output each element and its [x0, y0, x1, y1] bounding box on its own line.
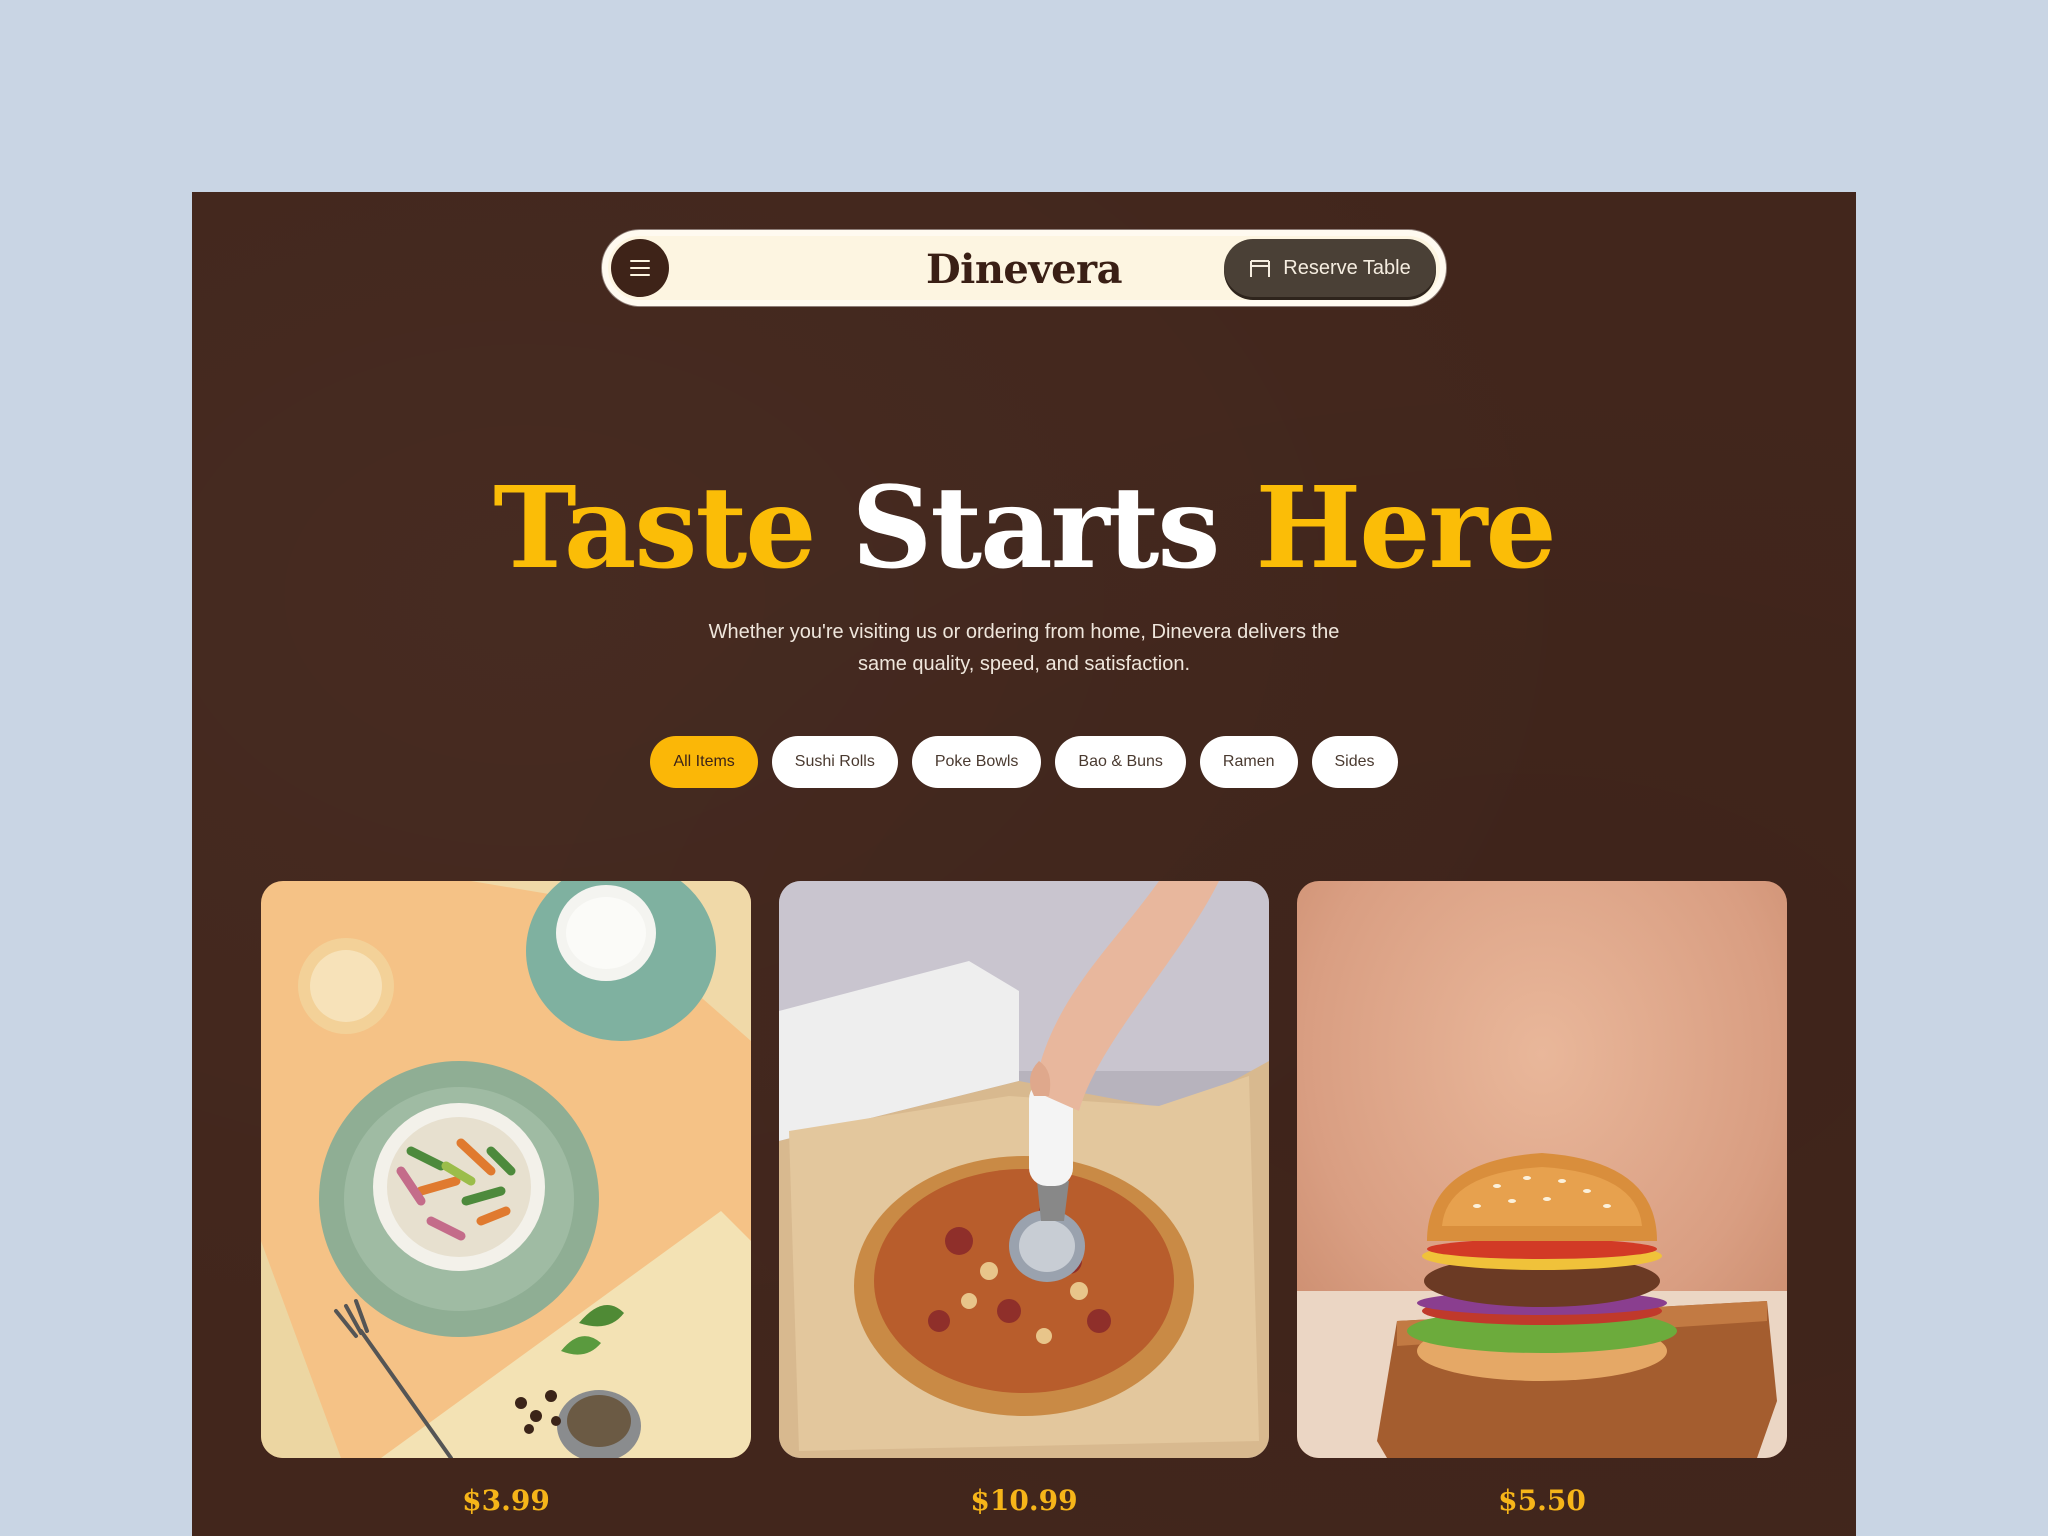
filter-poke-bowls[interactable]: Poke Bowls — [911, 736, 1042, 788]
hero-subtitle: Whether you're visiting us or ordering f… — [674, 616, 1374, 680]
menu-item-price: $10.99 — [970, 1484, 1078, 1517]
pizza-image — [779, 881, 1269, 1458]
burger-image — [1297, 881, 1787, 1458]
menu-item-price: $3.99 — [462, 1484, 550, 1517]
filter-all-items[interactable]: All Items — [650, 736, 758, 788]
category-filters: All Items Sushi Rolls Poke Bowls Bao & B… — [192, 736, 1856, 788]
hero-title-word: Taste — [493, 463, 816, 594]
menu-item-card-bowl[interactable] — [261, 881, 751, 1458]
page-frame: Dinevera Reserve Table Taste Starts Here… — [192, 192, 1856, 1536]
hero-title-word: Here — [1255, 463, 1556, 594]
hero-title-word: Starts — [851, 463, 1220, 594]
filter-bao-buns[interactable]: Bao & Buns — [1055, 736, 1186, 788]
menu-item-price: $5.50 — [1498, 1484, 1586, 1517]
reserve-table-button[interactable]: Reserve Table — [1224, 239, 1436, 297]
hero-subtitle-line: same quality, speed, and satisfaction. — [857, 653, 1191, 675]
menu-item-card-pizza[interactable] — [779, 881, 1269, 1458]
filter-sushi-rolls[interactable]: Sushi Rolls — [771, 736, 898, 788]
hero-title: Taste Starts Here — [192, 462, 1856, 596]
hero-subtitle-line: Whether you're visiting us or ordering f… — [708, 621, 1340, 643]
bowl-image — [261, 881, 751, 1458]
reserve-table-label: Reserve Table — [1283, 256, 1411, 279]
filter-ramen[interactable]: Ramen — [1199, 736, 1298, 788]
table-icon — [1250, 260, 1271, 277]
filter-sides[interactable]: Sides — [1311, 736, 1398, 788]
navbar: Dinevera Reserve Table — [602, 230, 1446, 306]
menu-item-card-burger[interactable] — [1297, 881, 1787, 1458]
